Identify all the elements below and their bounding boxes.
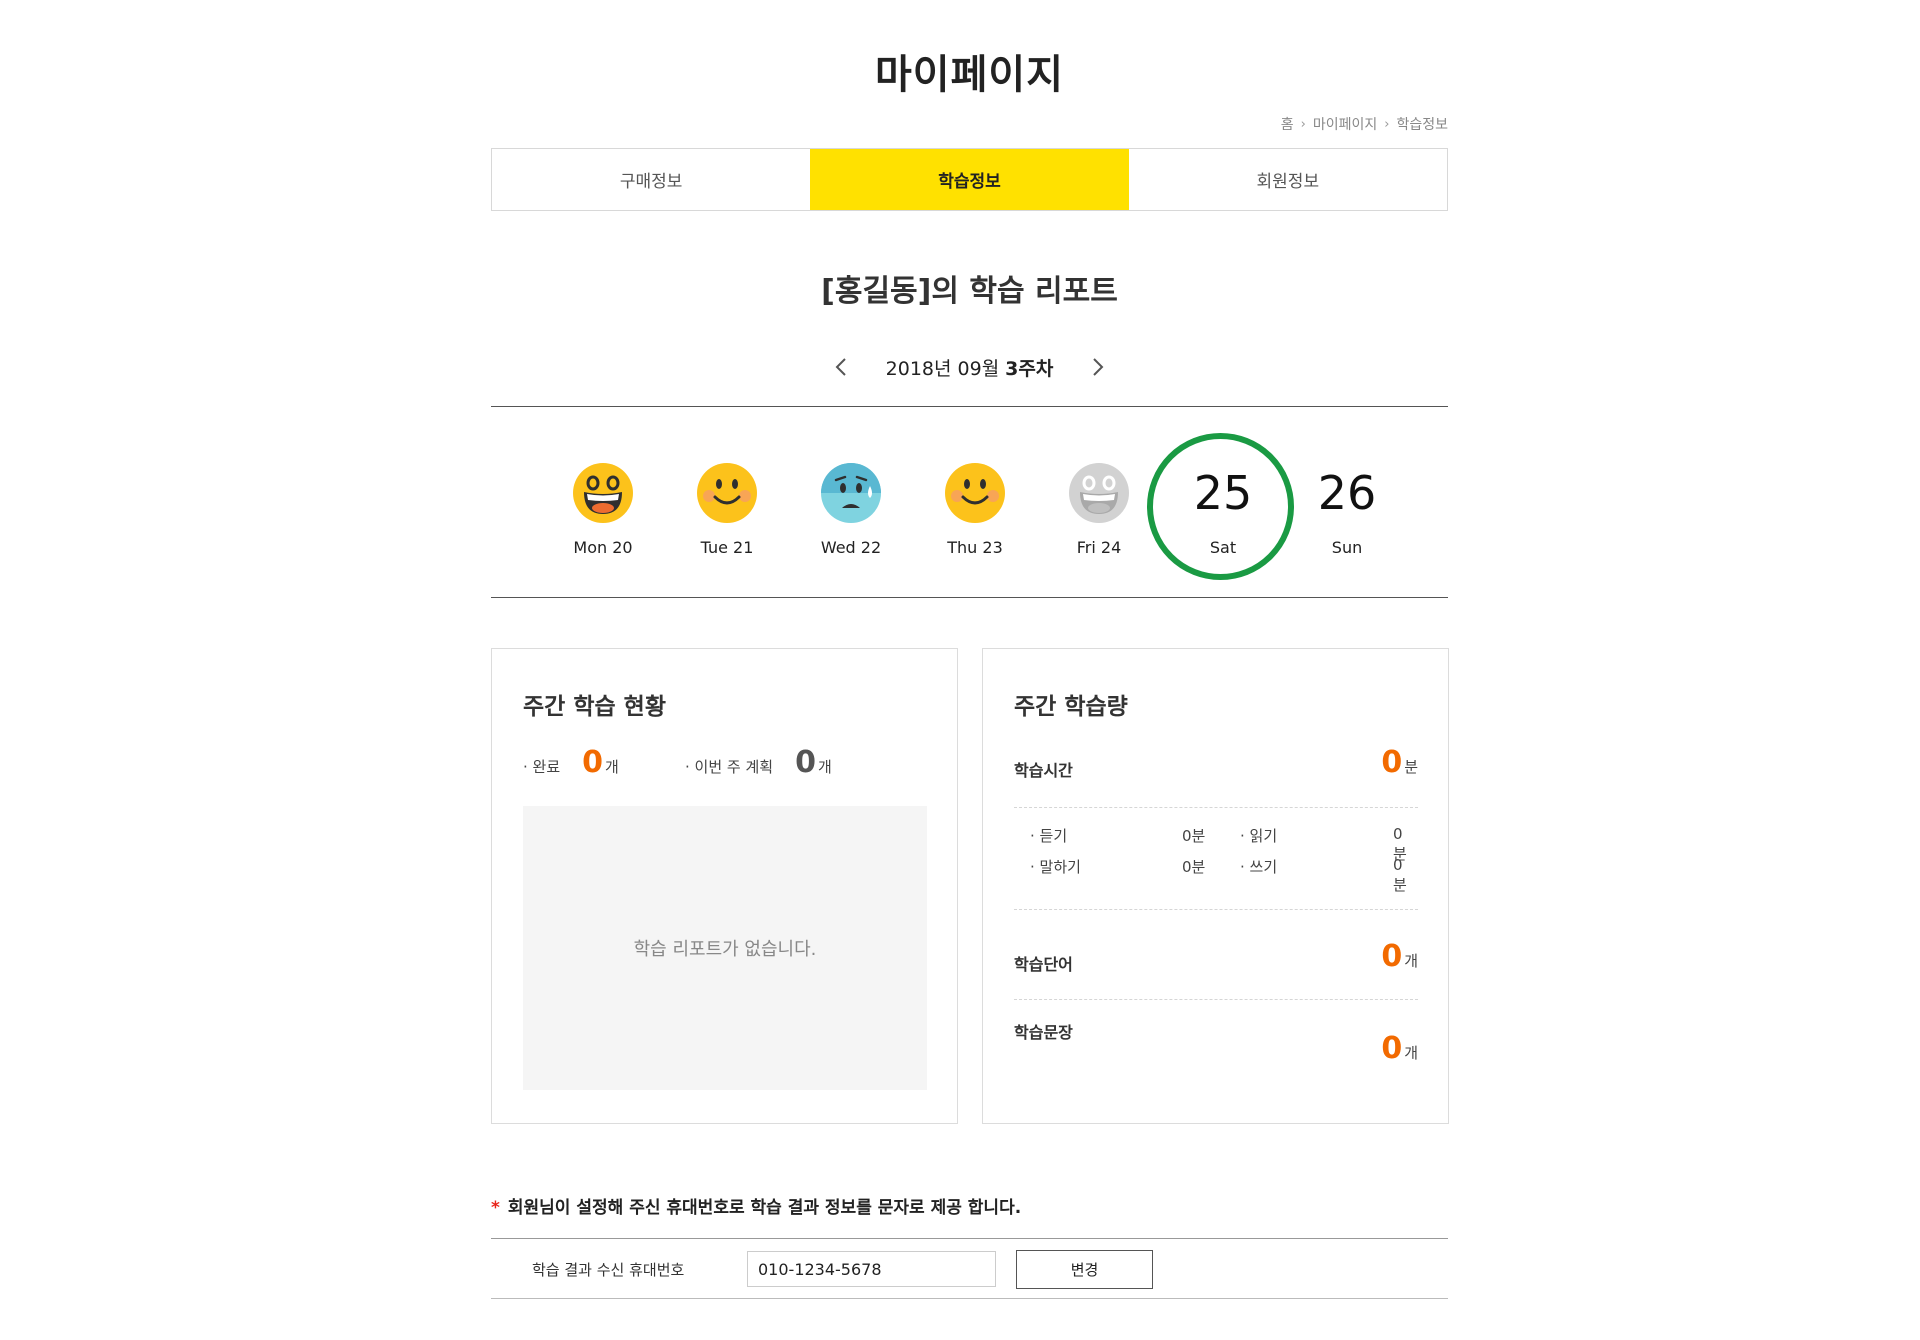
day-fri[interactable]: Fri 24	[1049, 430, 1149, 590]
laughing-face-icon	[573, 463, 633, 523]
breadcrumb-home[interactable]: 홈	[1281, 114, 1294, 134]
day-sat-selected[interactable]: 25 Sat	[1147, 430, 1294, 590]
divider-top	[491, 406, 1448, 407]
weekly-day-strip: Mon 20 Tue 21 Wed 22 Thu 23 Fri 24 25 Sa…	[491, 430, 1448, 590]
dashed-divider	[1014, 999, 1418, 1000]
study-time-value: 0	[1381, 745, 1403, 780]
completed-unit: 개	[605, 758, 619, 776]
day-label: Mon 20	[573, 538, 633, 557]
report-title: [홍길동]의 학습 리포트	[821, 274, 1118, 309]
study-words-unit: 개	[1404, 952, 1418, 970]
tab-member-info[interactable]: 회원정보	[1129, 149, 1447, 210]
study-words-value-group: 0 개	[1381, 939, 1418, 974]
day-thu[interactable]: Thu 23	[925, 430, 1025, 590]
breadcrumb-current: 학습정보	[1396, 117, 1448, 133]
sms-notice: * 회원님이 설정해 주신 휴대번호로 학습 결과 정보를 문자로 제공 합니다.	[491, 1193, 1021, 1218]
day-label: Thu 23	[947, 538, 1003, 557]
tab-purchase-info[interactable]: 구매정보	[492, 149, 810, 210]
week-navigator: 2018년 09월 3주차	[491, 350, 1448, 384]
study-sentences-unit: 개	[1404, 1044, 1418, 1062]
plan-stat: · 이번 주 계획 0 개	[685, 745, 832, 780]
study-sentences-label: 학습문장	[1014, 1023, 1073, 1042]
chevron-right-icon: ›	[1300, 116, 1306, 132]
completed-label: · 완료	[523, 758, 561, 776]
day-number: 26	[1317, 466, 1377, 520]
week-number: 3주차	[1005, 357, 1054, 380]
day-label: Wed 22	[820, 538, 882, 557]
weekly-status-card: 주간 학습 현황 · 완료 0 개 · 이번 주 계획 0 개 학습 리포트가 …	[491, 648, 958, 1124]
skill-listening-value: 0분	[1182, 827, 1206, 845]
skill-listening-label: · 듣기	[1030, 827, 1068, 845]
phone-input[interactable]	[747, 1251, 996, 1287]
day-number: 25	[1193, 466, 1253, 520]
week-label: 2018년 09월 3주차	[886, 354, 1054, 381]
study-words-value: 0	[1381, 939, 1403, 974]
day-label: Sat	[1209, 538, 1237, 557]
day-wed[interactable]: Wed 22	[801, 430, 901, 590]
dashed-divider	[1014, 807, 1418, 808]
chevron-right-icon: ›	[1384, 116, 1390, 132]
study-time-row: 학습시간 0 분	[1014, 745, 1418, 785]
day-label: Fri 24	[1076, 538, 1122, 557]
plan-label: · 이번 주 계획	[685, 758, 774, 776]
plan-value: 0	[795, 745, 816, 780]
chevron-right-icon	[1093, 358, 1104, 376]
page-title: 마이페이지	[875, 52, 1064, 98]
mypage-tabs: 구매정보 학습정보 회원정보	[491, 148, 1448, 211]
study-sentences-row: 학습문장 0 개	[1014, 1019, 1418, 1069]
next-week-button[interactable]	[1087, 355, 1109, 379]
study-words-row: 학습단어 0 개	[1014, 939, 1418, 979]
smiling-face-icon	[945, 463, 1005, 523]
day-label: Tue 21	[700, 538, 754, 557]
phone-setting-row: 학습 결과 수신 휴대번호 변경	[491, 1238, 1448, 1299]
divider-bottom	[491, 597, 1448, 598]
phone-label: 학습 결과 수신 휴대번호	[532, 1261, 685, 1279]
weekly-status-title: 주간 학습 현황	[523, 694, 666, 720]
breadcrumb: 홈 › 마이페이지 › 학습정보	[1281, 114, 1448, 134]
prev-week-button[interactable]	[830, 355, 852, 379]
study-sentences-value: 0	[1381, 1031, 1403, 1066]
empty-report-message: 학습 리포트가 없습니다.	[633, 939, 817, 960]
empty-report-box: 학습 리포트가 없습니다.	[523, 806, 927, 1090]
day-label: Sun	[1331, 538, 1363, 557]
day-tue[interactable]: Tue 21	[677, 430, 777, 590]
skill-reading-label: · 읽기	[1240, 827, 1278, 845]
skill-speaking-value: 0분	[1182, 858, 1206, 876]
day-sun[interactable]: 26 Sun	[1297, 430, 1397, 590]
dashed-divider	[1014, 909, 1418, 910]
chevron-left-icon	[835, 358, 846, 376]
study-time-value-group: 0 분	[1381, 745, 1418, 780]
plan-unit: 개	[817, 758, 832, 776]
day-mon[interactable]: Mon 20	[553, 430, 653, 590]
skill-writing-value: 0분	[1393, 856, 1407, 894]
gray-laughing-face-icon	[1069, 463, 1129, 523]
sad-sweat-face-icon	[821, 463, 881, 523]
study-sentences-value-group: 0 개	[1381, 1031, 1418, 1066]
weekly-volume-title: 주간 학습량	[1014, 694, 1128, 720]
study-time-unit: 분	[1404, 758, 1418, 776]
smiling-face-icon	[697, 463, 757, 523]
skill-writing-label: · 쓰기	[1240, 858, 1278, 876]
tab-learning-info[interactable]: 학습정보	[810, 149, 1129, 210]
skill-speaking-label: · 말하기	[1030, 858, 1081, 876]
weekly-volume-card: 주간 학습량 학습시간 0 분 · 듣기 0분 · 읽기 0분 · 말하기 0분…	[982, 648, 1449, 1124]
study-time-label: 학습시간	[1014, 761, 1073, 780]
change-phone-button[interactable]: 변경	[1016, 1250, 1153, 1289]
completed-stat: · 완료 0 개	[523, 745, 619, 780]
notice-star: *	[491, 1198, 500, 1218]
week-year-month: 2018년 09월	[885, 357, 1000, 380]
notice-text: 회원님이 설정해 주신 휴대번호로 학습 결과 정보를 문자로 제공 합니다.	[507, 1198, 1022, 1218]
breadcrumb-mypage[interactable]: 마이페이지	[1313, 114, 1377, 134]
completed-value: 0	[582, 745, 604, 780]
study-words-label: 학습단어	[1014, 955, 1073, 974]
